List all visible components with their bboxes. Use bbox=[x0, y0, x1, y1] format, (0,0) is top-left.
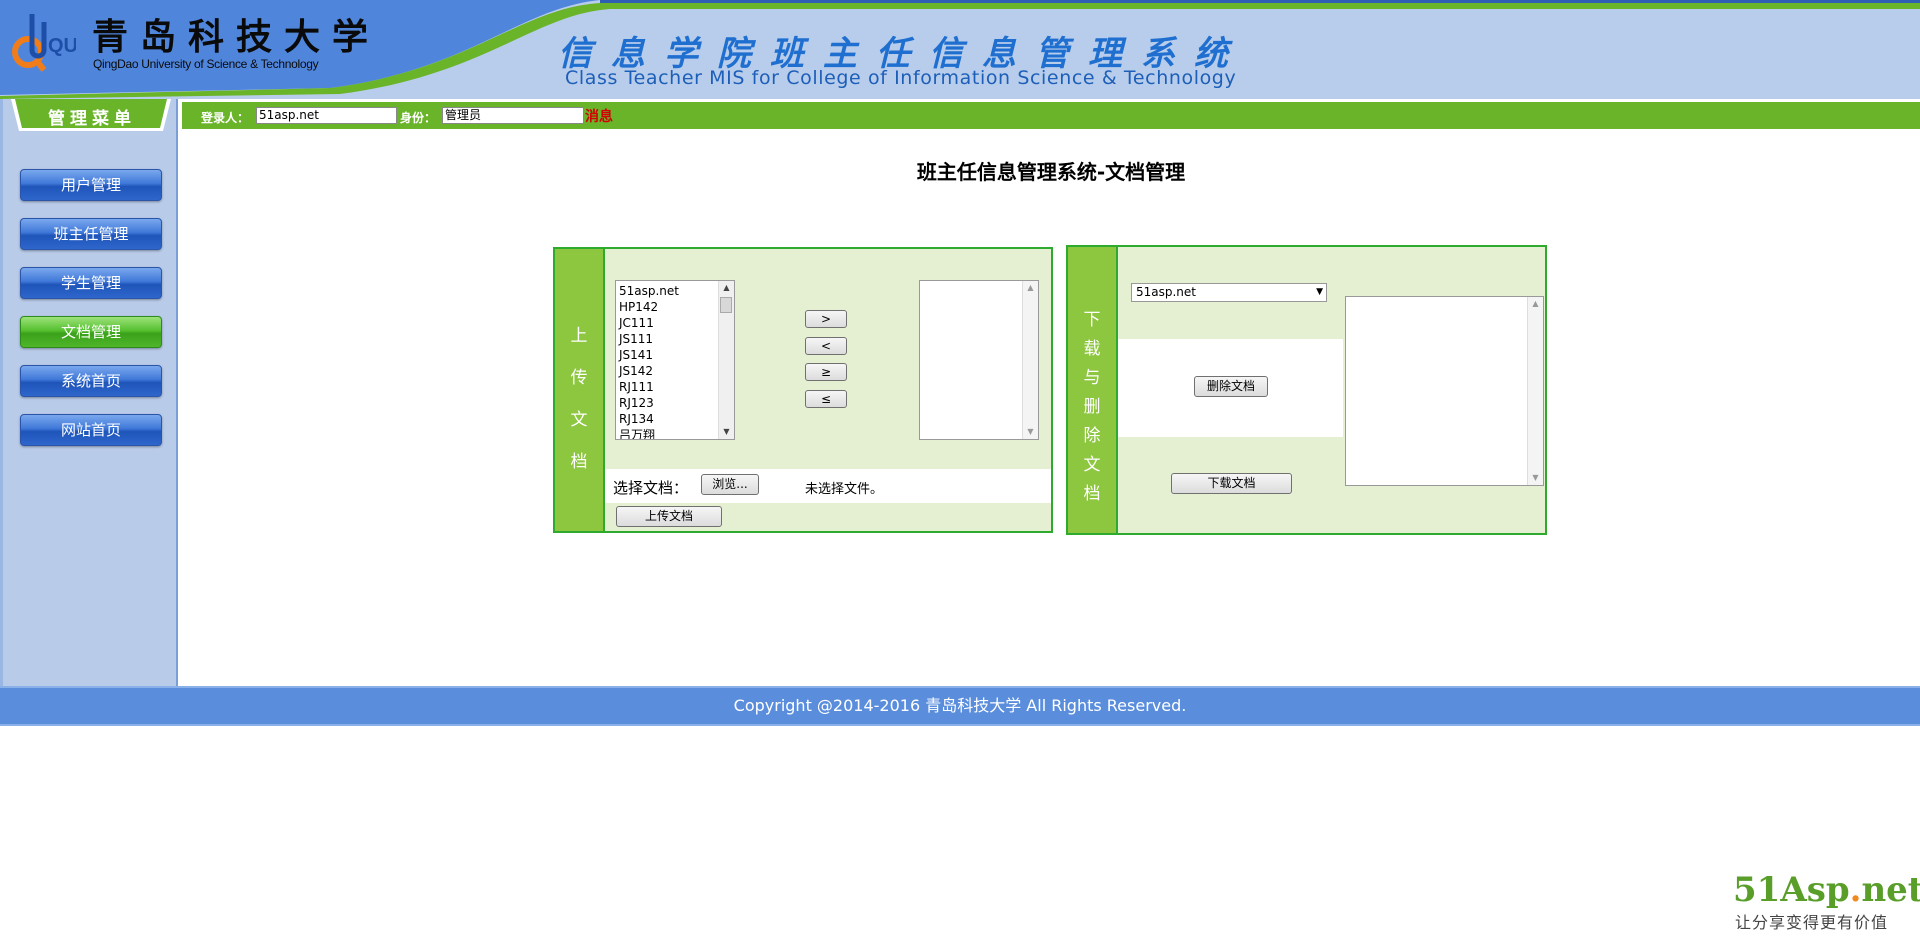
user-target-listbox[interactable]: ▲ ▼ bbox=[919, 280, 1039, 440]
svg-text:QUST: QUST bbox=[48, 35, 76, 57]
scroll-up-icon[interactable]: ▲ bbox=[1023, 281, 1038, 295]
document-listbox[interactable]: ▲ ▼ bbox=[1345, 296, 1544, 486]
page-title: 班主任信息管理系统-文档管理 bbox=[916, 160, 1186, 184]
list-item[interactable]: 吕万翔 bbox=[619, 427, 679, 439]
choose-file-label: 选择文档： bbox=[613, 479, 689, 497]
list-item[interactable]: RJ134 bbox=[619, 411, 679, 427]
browse-button[interactable]: 浏览... bbox=[701, 474, 759, 495]
system-title-en: Class Teacher MIS for College of Informa… bbox=[565, 67, 1237, 89]
university-name-en: QingDao University of Science & Technolo… bbox=[93, 57, 319, 71]
listbox-scrollbar[interactable]: ▲ ▼ bbox=[718, 281, 734, 439]
upload-panel: 上 传 文 档 51asp.net HP142 JC111 JS111 JS14… bbox=[553, 247, 1053, 533]
login-user-label: 登录人： bbox=[201, 111, 250, 125]
no-file-selected-text: 未选择文件。 bbox=[805, 482, 884, 497]
watermark-logo: 51Asp.net bbox=[1733, 870, 1920, 910]
nav-document-management[interactable]: 文档管理 bbox=[20, 316, 162, 348]
listbox-scrollbar[interactable]: ▲ ▼ bbox=[1022, 281, 1038, 439]
upload-panel-label: 上 传 文 档 bbox=[555, 249, 605, 531]
scroll-up-icon[interactable]: ▲ bbox=[719, 281, 734, 295]
file-choose-row: 选择文档： 浏览... 未选择文件。 bbox=[605, 469, 1051, 503]
message-link[interactable]: 消息 bbox=[585, 106, 613, 126]
list-item[interactable]: RJ111 bbox=[619, 379, 679, 395]
list-item[interactable]: JS142 bbox=[619, 363, 679, 379]
scroll-down-icon[interactable]: ▼ bbox=[719, 425, 734, 439]
university-name-cn: 青岛科技大学 bbox=[92, 16, 381, 58]
move-all-left-button[interactable]: ≤ bbox=[805, 390, 847, 408]
scroll-down-icon[interactable]: ▼ bbox=[1023, 425, 1038, 439]
user-select-dropdown[interactable]: 51asp.net ▼ bbox=[1131, 283, 1327, 302]
move-left-button[interactable]: < bbox=[805, 337, 847, 355]
user-source-listbox[interactable]: 51asp.net HP142 JC111 JS111 JS141 JS142 … bbox=[615, 280, 735, 440]
scroll-thumb[interactable] bbox=[720, 297, 732, 313]
list-item[interactable]: 51asp.net bbox=[619, 283, 679, 299]
nav-system-home[interactable]: 系统首页 bbox=[20, 365, 162, 397]
list-item[interactable]: JS141 bbox=[619, 347, 679, 363]
list-item[interactable]: JC111 bbox=[619, 315, 679, 331]
sidebar: 管理菜单 用户管理 班主任管理 学生管理 文档管理 系统首页 网站首页 bbox=[0, 99, 178, 686]
scroll-down-icon[interactable]: ▼ bbox=[1528, 471, 1543, 485]
move-all-right-button[interactable]: ≥ bbox=[805, 363, 847, 381]
header: QUST 青岛科技大学 QingDao University of Scienc… bbox=[0, 0, 1920, 99]
scroll-up-icon[interactable]: ▲ bbox=[1528, 297, 1543, 311]
university-logo: QUST bbox=[10, 12, 104, 74]
move-right-button[interactable]: > bbox=[805, 310, 847, 328]
delete-document-button[interactable]: 删除文档 bbox=[1194, 376, 1268, 397]
upload-document-button[interactable]: 上传文档 bbox=[616, 506, 722, 527]
nav-class-teacher-management[interactable]: 班主任管理 bbox=[20, 218, 162, 250]
chevron-down-icon: ▼ bbox=[1316, 287, 1323, 297]
role-field[interactable]: 管理员 bbox=[442, 107, 584, 124]
role-label: 身份： bbox=[400, 111, 437, 125]
download-delete-panel: 下 载 与 删 除 文 档 51asp.net ▼ 删除文档 下载文档 ▲ ▼ bbox=[1066, 245, 1547, 535]
nav-student-management[interactable]: 学生管理 bbox=[20, 267, 162, 299]
menu-title: 管理菜单 bbox=[48, 109, 136, 129]
list-item[interactable]: JS111 bbox=[619, 331, 679, 347]
list-item[interactable]: HP142 bbox=[619, 299, 679, 315]
nav-website-home[interactable]: 网站首页 bbox=[20, 414, 162, 446]
download-delete-panel-label: 下 载 与 删 除 文 档 bbox=[1068, 247, 1118, 533]
nav-user-management[interactable]: 用户管理 bbox=[20, 169, 162, 201]
user-info-bar: 登录人： 51asp.net 身份： 管理员 消息 bbox=[182, 102, 1920, 129]
download-document-button[interactable]: 下载文档 bbox=[1171, 473, 1292, 494]
listbox-scrollbar[interactable]: ▲ ▼ bbox=[1527, 297, 1543, 485]
footer: Copyright @2014-2016 青岛科技大学 All Rights R… bbox=[0, 686, 1920, 726]
list-item[interactable]: RJ123 bbox=[619, 395, 679, 411]
login-user-field[interactable]: 51asp.net bbox=[256, 107, 397, 124]
watermark-slogan: 让分享变得更有价值 bbox=[1735, 913, 1889, 932]
delete-row: 删除文档 bbox=[1118, 339, 1343, 437]
